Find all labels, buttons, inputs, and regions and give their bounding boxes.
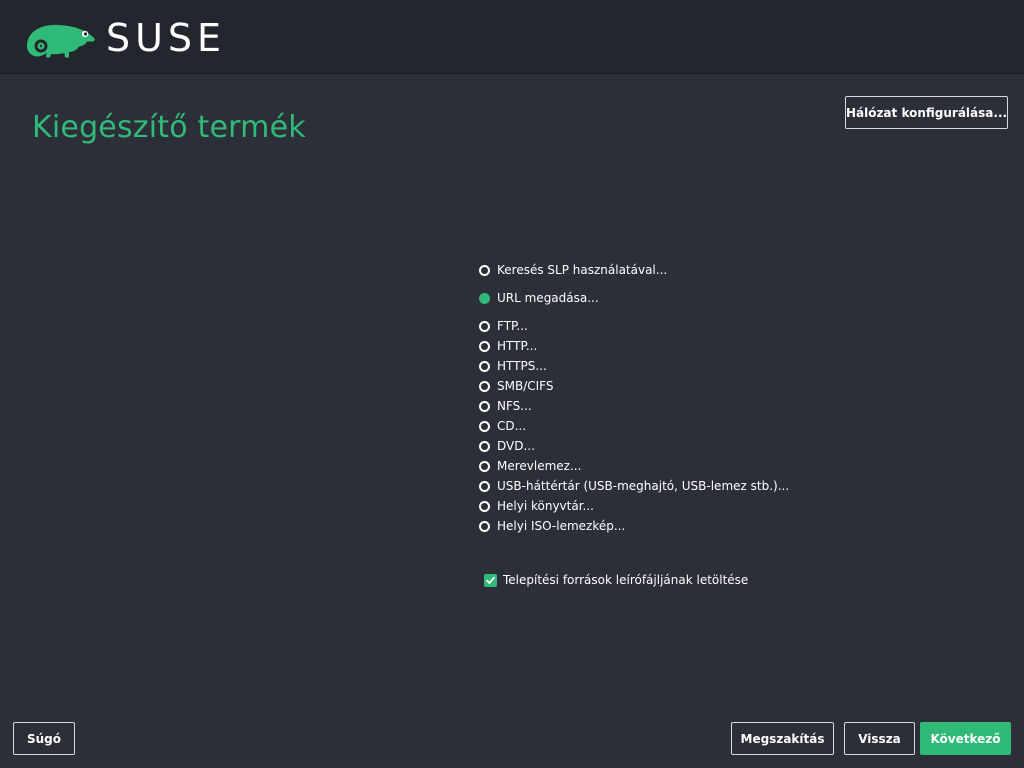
abort-button[interactable]: Megszakítás (731, 722, 834, 755)
option-label: Merevlemez... (497, 459, 582, 473)
option-label: DVD... (497, 439, 535, 453)
option-label: CD... (497, 419, 527, 433)
checkbox-label: Telepítési források leírófájljának letöl… (503, 573, 749, 587)
option-label: Helyi ISO-lemezkép... (497, 519, 626, 533)
next-button[interactable]: Következő (920, 722, 1011, 755)
option-usb-storage[interactable]: USB-háttértár (USB-meghajtó, USB-lemez s… (479, 477, 789, 495)
option-local-directory[interactable]: Helyi könyvtár... (479, 497, 594, 515)
option-https[interactable]: HTTPS... (479, 357, 547, 375)
radio-button[interactable] (479, 360, 490, 372)
option-url[interactable]: URL megadása... (479, 289, 599, 307)
page-title: Kiegészítő termék (32, 110, 306, 145)
radio-button-selected[interactable] (479, 292, 490, 304)
checkmark-icon (486, 576, 495, 584)
option-label: Helyi könyvtár... (497, 499, 594, 513)
radio-button[interactable] (479, 420, 490, 432)
radio-button[interactable] (479, 500, 490, 512)
radio-button[interactable] (479, 460, 490, 472)
option-label: NFS... (497, 399, 532, 413)
back-button[interactable]: Vissza (844, 722, 915, 755)
suse-logo-text: SUSE (106, 16, 227, 60)
radio-button[interactable] (479, 400, 490, 412)
radio-button[interactable] (479, 264, 490, 276)
top-banner: SUSE (0, 0, 1024, 74)
option-label: Keresés SLP használatával... (497, 263, 668, 277)
option-smb-cifs[interactable]: SMB/CIFS (479, 377, 553, 395)
option-label: FTP... (497, 319, 528, 333)
download-descriptions-checkbox[interactable] (484, 573, 497, 587)
option-label: URL megadása... (497, 291, 599, 305)
radio-button[interactable] (479, 520, 490, 532)
download-descriptions-option[interactable]: Telepítési források leírófájljának letöl… (484, 571, 748, 589)
option-local-iso[interactable]: Helyi ISO-lemezkép... (479, 517, 625, 535)
option-nfs[interactable]: NFS... (479, 397, 532, 415)
option-dvd[interactable]: DVD... (479, 437, 535, 455)
option-label: USB-háttértár (USB-meghajtó, USB-lemez s… (497, 479, 790, 493)
radio-button[interactable] (479, 440, 490, 452)
network-config-button[interactable]: Hálózat konfigurálása... (845, 96, 1008, 129)
help-button[interactable]: Súgó (13, 722, 75, 755)
option-slp-search[interactable]: Keresés SLP használatával... (479, 261, 667, 279)
option-cd[interactable]: CD... (479, 417, 526, 435)
radio-button[interactable] (479, 380, 490, 392)
radio-button[interactable] (479, 320, 490, 332)
option-label: SMB/CIFS (497, 379, 554, 393)
option-label: HTTPS... (497, 359, 547, 373)
radio-button[interactable] (479, 480, 490, 492)
option-hard-disk[interactable]: Merevlemez... (479, 457, 581, 475)
radio-button[interactable] (479, 340, 490, 352)
option-ftp[interactable]: FTP... (479, 317, 528, 335)
option-http[interactable]: HTTP... (479, 337, 537, 355)
option-label: HTTP... (497, 339, 538, 353)
chameleon-icon (27, 24, 95, 58)
